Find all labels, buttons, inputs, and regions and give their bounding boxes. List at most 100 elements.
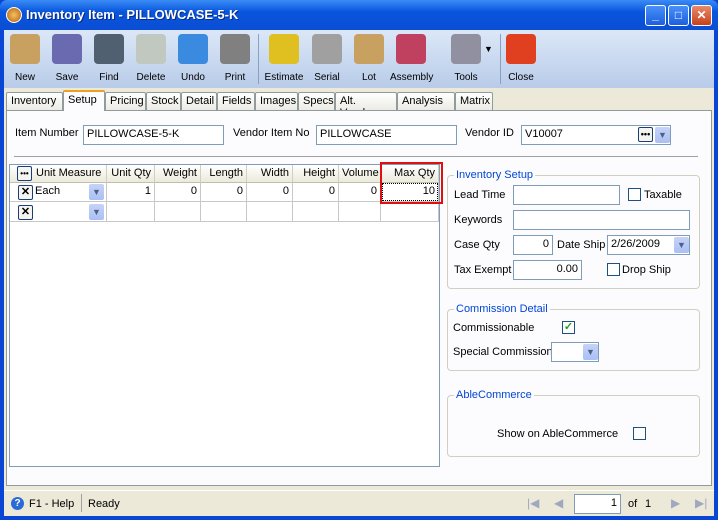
grid-cell[interactable] [107,202,155,222]
toolbar-delete-button[interactable]: Delete [130,32,172,88]
tab-images[interactable]: Images [255,92,298,110]
drop-ship-label: Drop Ship [622,264,671,276]
tab-pricing[interactable]: Pricing [105,92,146,110]
tab-stock[interactable]: Stock [146,92,181,110]
grid-cell[interactable]: 1 [107,182,155,202]
tools-dropdown-arrow-icon[interactable]: ▼ [484,44,493,54]
tab-specs[interactable]: Specs [298,92,335,110]
toolbar-print-button[interactable]: Print [214,32,256,88]
tax-exempt-field[interactable]: 0.00 [513,260,582,280]
drop-ship-checkbox[interactable] [607,263,620,276]
commission-title: Commission Detail [454,303,550,315]
first-page-icon[interactable]: |◀ [527,496,539,510]
save-icon [52,34,82,64]
grid-cell[interactable] [247,202,293,222]
toolbar-label: Estimate [264,72,304,83]
tab-matrix[interactable]: Matrix [455,92,493,110]
highlight-box [380,162,443,204]
show-on-ablecommerce-checkbox[interactable] [633,427,646,440]
commissionable-checkbox[interactable]: ✓ [562,321,575,334]
lead-time-field[interactable] [513,185,620,205]
toolbar-serial-button[interactable]: Serial [306,32,348,88]
page-field[interactable]: 1 [574,494,621,514]
printer-icon [220,34,250,64]
column-header-height[interactable]: Height [293,165,339,183]
vendor-lookup-button[interactable]: ••• [638,127,653,142]
help-icon: ? [11,497,24,510]
grid-cell[interactable]: 0 [293,182,339,202]
toolbar-assembly-button[interactable]: Assembly [390,32,434,88]
toolbar-close-button[interactable]: Close [500,32,542,88]
toolbar-label: Tools [454,72,478,83]
next-page-icon[interactable]: ▶ [671,496,680,510]
maximize-button[interactable]: □ [668,5,689,26]
special-commission-label: Special Commission [453,346,553,358]
grid-cell[interactable] [293,202,339,222]
toolbar-label: Save [55,72,79,83]
close-button[interactable]: ✕ [691,5,712,26]
column-header-unit-qty[interactable]: Unit Qty [107,165,155,183]
item-number-field[interactable]: PILLOWCASE-5-K [83,125,224,145]
prev-page-icon[interactable]: ◀ [554,496,563,510]
grid-options-button[interactable]: ••• [17,166,32,181]
window-title: Inventory Item - PILLOWCASE-5-K [26,7,239,22]
case-qty-field[interactable]: 0 [513,235,553,255]
app-icon [6,7,22,23]
vendor-id-dropdown-icon[interactable]: ▼ [655,127,670,143]
inventory-setup-title: Inventory Setup [454,169,536,181]
delete-row-icon[interactable]: ✕ [18,205,33,220]
column-header-volume[interactable]: Volume [339,165,381,183]
unit-measure-dropdown-icon[interactable]: ▼ [89,204,104,220]
tab-inventory[interactable]: Inventory [6,92,63,110]
delete-row-icon[interactable]: ✕ [18,185,33,200]
grid-cell[interactable]: 0 [247,182,293,202]
minimize-button[interactable]: _ [645,5,666,26]
special-commission-dropdown-icon[interactable]: ▼ [583,344,598,360]
item-number-label: Item Number [15,127,79,139]
toolbar-tools-button[interactable]: Tools [445,32,487,88]
column-header-width[interactable]: Width [247,165,293,183]
toolbar-find-button[interactable]: Find [88,32,130,88]
tab-setup[interactable]: Setup [63,90,105,111]
grid-cell[interactable]: 0 [155,182,201,202]
tab-fields[interactable]: Fields [217,92,255,110]
column-header-weight[interactable]: Weight [155,165,201,183]
tab-detail[interactable]: Detail [181,92,217,110]
grid-cell[interactable]: 0 [201,182,247,202]
vendor-item-field[interactable]: PILLOWCASE [316,125,457,145]
toolbar-label: Assembly [390,72,434,83]
toolbar-lot-button[interactable]: Lot [348,32,390,88]
grid-cell[interactable] [155,202,201,222]
grid-cell[interactable] [201,202,247,222]
unit-measure-dropdown-icon[interactable]: ▼ [89,184,104,200]
case-qty-label: Case Qty [454,239,500,251]
toolbar-label: Serial [314,72,340,83]
close-window-icon [506,34,536,64]
toolbar-label: Undo [181,72,205,83]
column-header-length[interactable]: Length [201,165,247,183]
date-ship-dropdown-icon[interactable]: ▼ [674,237,689,253]
toolbar-save-button[interactable]: Save [46,32,88,88]
help-label[interactable]: F1 - Help [29,498,74,510]
toolbar-new-button[interactable]: New [4,32,46,88]
toolbar-undo-button[interactable]: Undo [172,32,214,88]
tools-icon [451,34,481,64]
tab-analysis[interactable]: Analysis [397,92,455,110]
tax-exempt-label: Tax Exempt [454,264,512,276]
grid-cell[interactable] [381,202,439,222]
grid-cell[interactable] [339,202,381,222]
total-pages: 1 [645,498,652,510]
toolbar-label: New [14,72,35,83]
ablecommerce-group: AbleCommerce [447,389,700,457]
grid-cell[interactable]: 0 [339,182,381,202]
undo-icon [178,34,208,64]
keywords-field[interactable] [513,210,690,230]
commissionable-label: Commissionable [453,322,535,334]
new-icon [10,34,40,64]
last-page-icon[interactable]: ▶| [695,496,707,510]
toolbar-estimate-button[interactable]: Estimate [263,32,305,88]
taxable-checkbox[interactable] [628,188,641,201]
toolbar-label: Print [224,72,246,83]
tab-alt-vendors[interactable]: Alt. Vendors [335,92,397,119]
vendor-id-label: Vendor ID [465,127,514,139]
